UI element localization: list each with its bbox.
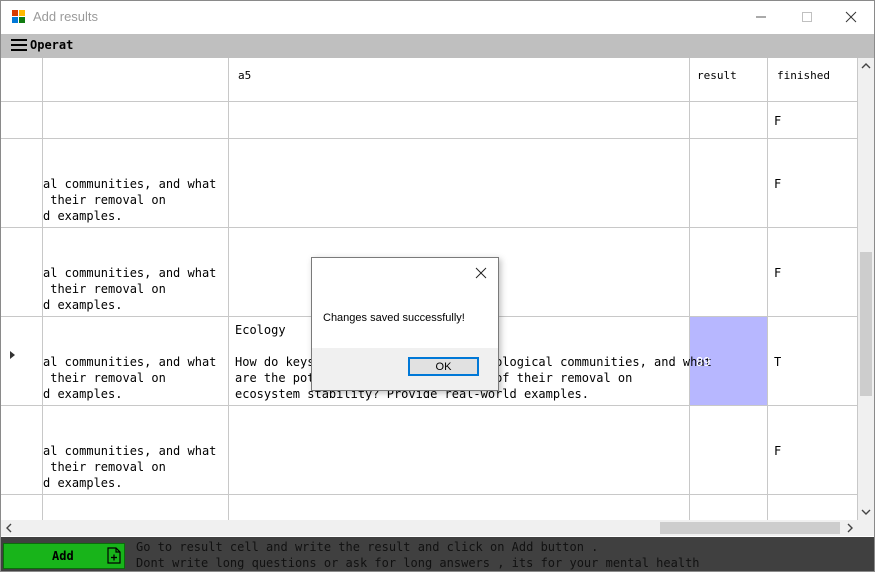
maximize-icon [802,12,812,22]
scroll-right-icon[interactable] [846,523,854,533]
question-cell-line: d examples. [43,387,123,401]
question-cell-line: their removal on [43,371,166,385]
horizontal-scroll-thumb[interactable] [660,522,840,534]
vertical-scroll-thumb[interactable] [860,252,872,396]
footer-bar: Add Go to result cell and write the resu… [1,537,874,571]
finished-cell[interactable]: F [774,265,781,281]
minimize-button[interactable] [738,1,784,33]
grid-line [1,227,858,228]
current-row-arrow-icon [10,351,15,359]
close-icon [475,267,487,279]
question-cell-line: al communities, and what [43,177,217,191]
finished-cell[interactable]: F [774,113,781,129]
question-cell-line: d examples. [43,476,123,490]
window-title: Add results [33,9,99,24]
hint-line-2: Dont write long questions or ask for lon… [136,556,700,570]
column-header-a5[interactable]: a5 [238,69,251,82]
grid-line [1,138,858,139]
add-button[interactable]: Add [3,543,125,569]
finished-cell[interactable]: T [774,354,781,370]
question-cell-line: d examples. [43,209,123,223]
dialog-close-button[interactable] [472,264,490,282]
close-button[interactable] [828,1,874,33]
question-cell-line: al communities, and what [43,266,217,280]
grid-line [1,101,858,102]
question-cell-line: d examples. [43,298,123,312]
scroll-up-icon[interactable] [861,62,871,70]
dialog-button-area: OK [312,348,498,390]
message-dialog: Changes saved successfully! OK [311,257,499,391]
main-window: Add results Operat a5 result finished F … [0,0,875,572]
question-cell-line: their removal on [43,460,166,474]
column-header-finished[interactable]: finished [777,69,830,82]
grid-line [228,58,229,520]
title-bar: Add results [1,1,874,33]
ok-button[interactable]: OK [408,357,479,376]
menu-operat-label: Operat [30,38,74,52]
menu-bar: Operat [1,34,874,58]
maximize-button[interactable] [784,1,830,33]
grid-line [689,58,690,520]
hint-line-1: Go to result cell and write the result a… [136,540,599,554]
add-button-label: Add [52,549,74,563]
question-cell-line: al communities, and what [43,444,217,458]
grid-line [767,58,768,520]
hamburger-icon [11,39,27,51]
question-cell-line: their removal on [43,193,166,207]
minimize-icon [756,16,766,18]
column-header-result[interactable]: result [697,69,737,82]
menu-operat[interactable]: Operat [11,38,73,52]
scroll-down-icon[interactable] [861,508,871,516]
add-file-icon [107,547,121,564]
scroll-left-icon[interactable] [5,523,13,533]
finished-cell[interactable]: F [774,176,781,192]
result-cell[interactable]: 89 [696,354,710,370]
grid-line [1,405,858,406]
grid-line [1,494,858,495]
vertical-scrollbar[interactable] [858,58,874,520]
app-icon [12,10,25,23]
question-cell-line: their removal on [43,282,166,296]
horizontal-scrollbar[interactable] [1,520,858,536]
finished-cell[interactable]: F [774,443,781,459]
close-icon [845,11,857,23]
scroll-corner [858,520,874,536]
question-cell-line: al communities, and what [43,355,217,369]
dialog-message: Changes saved successfully! [323,312,465,324]
